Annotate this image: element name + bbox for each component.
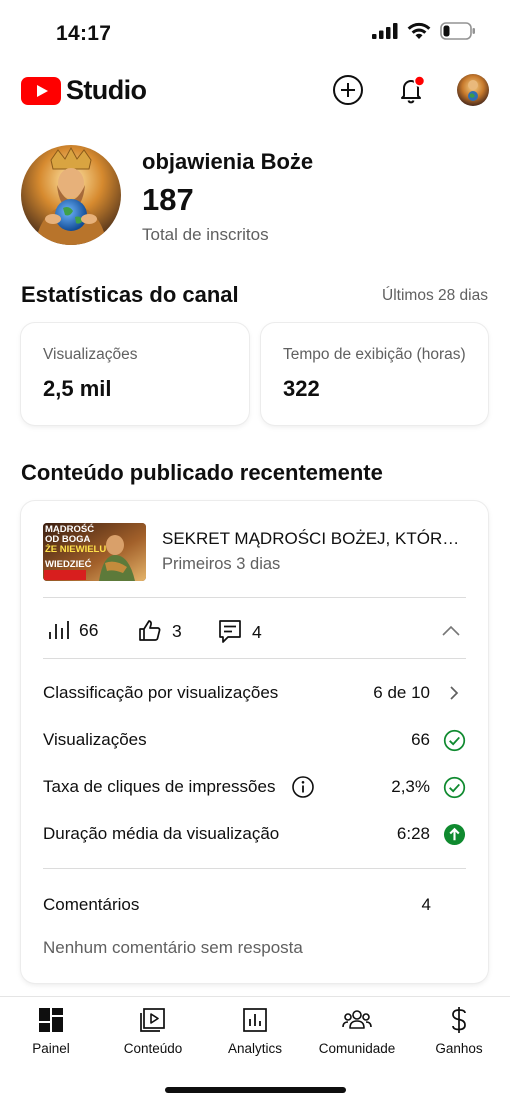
row-view-ranking[interactable]: Classificação por visualizações 6 de 10 bbox=[43, 678, 466, 708]
metric-comments: 4 bbox=[218, 619, 262, 645]
analytics-icon bbox=[240, 1005, 270, 1035]
thumbnail-text-line: ŻE NIEWIELU bbox=[45, 544, 107, 555]
metric-views: 66 bbox=[47, 619, 98, 641]
wifi-icon bbox=[407, 22, 431, 39]
chevron-right-icon bbox=[442, 681, 466, 705]
dashboard-icon bbox=[36, 1005, 66, 1035]
video-subtitle: Primeiros 3 dias bbox=[162, 555, 281, 573]
status-bar: 14:17 bbox=[0, 0, 510, 62]
nav-item-comunidade[interactable]: Comunidade bbox=[307, 1005, 407, 1056]
row-label: Taxa de cliques de impressões bbox=[43, 777, 276, 796]
dollar-icon bbox=[444, 1005, 474, 1035]
nav-item-ganhos[interactable]: Ganhos bbox=[409, 1005, 509, 1056]
metric-views-value: 66 bbox=[79, 619, 99, 640]
thumbnail-text: MĄDROŚĆ OD BOGA ŻE NIEWIELU WIEDZIEĆ bbox=[45, 525, 106, 570]
channel-stats-title: Estatísticas do canal bbox=[21, 282, 239, 307]
row-impressions-ctr: Taxa de cliques de impressões 2,3% bbox=[43, 772, 466, 802]
row-label: Duração média da visualização bbox=[43, 824, 280, 843]
comments-label: Comentários bbox=[43, 895, 140, 914]
subscriber-count-label: Total de inscritos bbox=[142, 225, 269, 244]
stat-card-value: 322 bbox=[283, 376, 320, 401]
stat-card-views[interactable]: Visualizações 2,5 mil bbox=[21, 323, 249, 425]
row-value: 2,3% bbox=[391, 777, 430, 796]
logo-text: Studio bbox=[66, 75, 147, 105]
create-button[interactable] bbox=[331, 73, 365, 107]
content-icon bbox=[138, 1005, 168, 1035]
channel-avatar-image bbox=[21, 145, 121, 245]
metric-comments-value: 4 bbox=[252, 621, 262, 642]
recent-video-card: MĄDROŚĆ OD BOGA ŻE NIEWIELU WIEDZIEĆ SEK… bbox=[21, 501, 488, 983]
cellular-signal-icon bbox=[372, 23, 398, 39]
video-title[interactable]: SEKRET MĄDROŚCI BOŻEJ, KTÓRĄ NIEWIELU ZN… bbox=[162, 529, 467, 549]
arrow-up-circle-icon bbox=[442, 822, 466, 846]
bell-icon bbox=[401, 75, 426, 104]
row-label: Classificação por visualizações bbox=[43, 683, 279, 702]
row-value: 66 bbox=[411, 730, 430, 749]
chevron-up-icon bbox=[442, 625, 460, 636]
recent-content-title: Conteúdo publicado recentemente bbox=[21, 460, 383, 485]
row-avg-view-duration: Duração média da visualização 6:28 bbox=[43, 819, 466, 849]
stat-card-label: Visualizações bbox=[43, 346, 138, 363]
row-value: 6 de 10 bbox=[373, 683, 430, 702]
row-views: Visualizações 66 bbox=[43, 725, 466, 755]
avatar bbox=[457, 74, 489, 106]
comments-count: 4 bbox=[421, 895, 431, 914]
plus-circle-icon bbox=[333, 75, 363, 105]
notifications-button[interactable] bbox=[394, 73, 428, 107]
youtube-logo-icon bbox=[21, 76, 61, 105]
bar-chart-icon bbox=[49, 621, 69, 639]
nav-item-painel[interactable]: Painel bbox=[1, 1005, 101, 1056]
thumbs-up-icon bbox=[139, 620, 161, 641]
row-value: 6:28 bbox=[396, 824, 430, 843]
stat-card-label: Tempo de exibição (horas) bbox=[283, 346, 466, 363]
channel-name: objawienia Boże bbox=[142, 149, 314, 174]
divider bbox=[43, 597, 466, 598]
community-icon bbox=[342, 1005, 372, 1035]
channel-avatar[interactable] bbox=[21, 145, 121, 245]
metric-likes-value: 3 bbox=[172, 620, 182, 641]
collapse-button[interactable] bbox=[437, 617, 465, 645]
divider bbox=[43, 868, 466, 869]
comments-note: Nenhum comentário sem resposta bbox=[43, 938, 303, 957]
nav-label: Comunidade bbox=[318, 1041, 396, 1056]
youtube-studio-logo[interactable]: Studio bbox=[21, 75, 147, 106]
check-circle-icon bbox=[442, 775, 466, 799]
app-header: Studio bbox=[0, 66, 510, 116]
home-indicator bbox=[165, 1087, 346, 1093]
stat-card-watch-time[interactable]: Tempo de exibição (horas) 322 bbox=[261, 323, 488, 425]
stats-period: Últimos 28 dias bbox=[382, 287, 488, 304]
check-circle-icon bbox=[442, 728, 466, 752]
channel-summary: objawienia Boże 187 Total de inscritos bbox=[0, 142, 510, 252]
comment-icon bbox=[219, 620, 241, 643]
account-avatar-button[interactable] bbox=[456, 73, 490, 107]
status-icons bbox=[372, 22, 476, 40]
subscriber-count: 187 bbox=[142, 182, 194, 217]
video-thumbnail[interactable]: MĄDROŚĆ OD BOGA ŻE NIEWIELU WIEDZIEĆ bbox=[43, 523, 146, 581]
battery-icon bbox=[440, 22, 475, 40]
divider bbox=[43, 658, 466, 659]
info-icon[interactable] bbox=[291, 775, 315, 799]
stat-card-value: 2,5 mil bbox=[43, 376, 112, 401]
row-label: Visualizações bbox=[43, 730, 147, 749]
thumbnail-text-line: WIEDZIEĆ bbox=[45, 559, 92, 570]
nav-label: Conteúdo bbox=[123, 1041, 183, 1056]
nav-label: Painel bbox=[32, 1041, 70, 1056]
status-time: 14:17 bbox=[56, 22, 112, 45]
nav-item-conteudo[interactable]: Conteúdo bbox=[103, 1005, 203, 1056]
nav-label: Analytics bbox=[227, 1041, 283, 1056]
metric-likes: 3 bbox=[138, 619, 182, 643]
nav-item-analytics[interactable]: Analytics bbox=[205, 1005, 305, 1056]
nav-label: Ganhos bbox=[435, 1041, 483, 1056]
